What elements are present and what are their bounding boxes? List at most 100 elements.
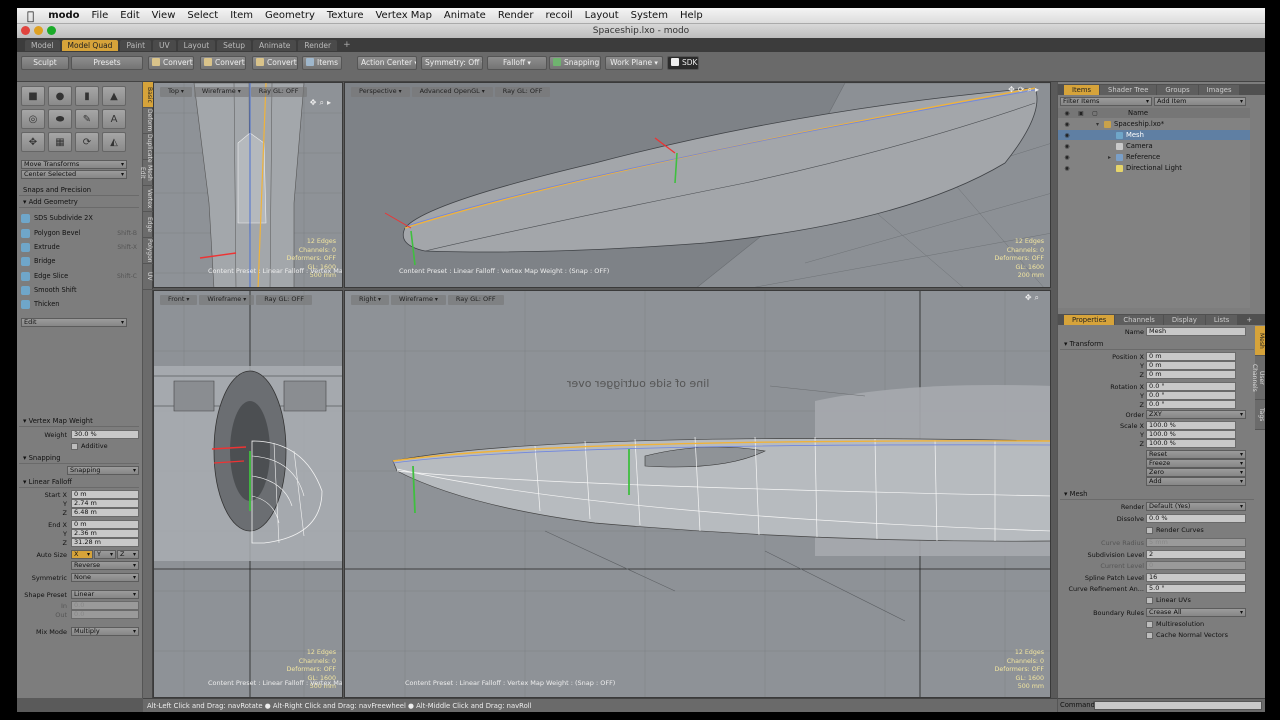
additive-checkbox[interactable] (71, 443, 78, 450)
command-input[interactable] (1094, 701, 1262, 710)
menu-edit[interactable]: Edit (114, 10, 145, 21)
multiresolution-checkbox[interactable] (1146, 621, 1153, 628)
dissolve-field[interactable]: 0.0 % (1146, 514, 1246, 523)
tab-lists[interactable]: Lists (1205, 315, 1238, 325)
rotate-icon[interactable]: ⟳ (75, 132, 99, 152)
snapping-toggle-button[interactable]: Snapping (67, 466, 139, 475)
cone-icon[interactable]: ▲ (102, 86, 126, 106)
tab-deform[interactable]: Deform (143, 108, 153, 134)
move-transforms-dropdown[interactable]: Move Transforms (21, 160, 127, 169)
tab-tags[interactable]: Tags (1255, 400, 1265, 430)
vertex-map-weight-section[interactable]: ▾ Vertex Map Weight (19, 417, 139, 427)
menu-recoil[interactable]: recoil (539, 10, 578, 21)
viewport-right[interactable]: line of side outrigger over Right Wirefr… (344, 290, 1051, 698)
close-window-button[interactable] (21, 26, 30, 35)
center-selected-dropdown[interactable]: Center Selected (21, 170, 127, 179)
tab-polygon[interactable]: Polygon (143, 238, 153, 264)
edge-slice-tool[interactable]: Edge Slice Shift-C (21, 270, 137, 282)
bridge-tool[interactable]: Bridge (21, 255, 137, 267)
sds-subdivide-tool[interactable]: SDS Subdivide 2X (21, 212, 137, 224)
tab-shader-tree[interactable]: Shader Tree (1100, 85, 1157, 95)
tab-layout[interactable]: Layout (177, 39, 216, 51)
tab-model[interactable]: Model (25, 39, 60, 51)
snaps-precision-section[interactable]: Snaps and Precision (19, 186, 139, 196)
convert-button-1[interactable]: Convert (148, 56, 194, 70)
cube-icon[interactable]: ■ (21, 86, 45, 106)
curve-refinement-field[interactable]: 5.0 ° (1146, 584, 1246, 593)
menu-app[interactable]: modo (42, 10, 85, 21)
convert-button-3[interactable]: Convert (252, 56, 298, 70)
reverse-button[interactable]: Reverse (71, 561, 139, 570)
convert-button-2[interactable]: Convert (200, 56, 246, 70)
boundary-rules-dropdown[interactable]: Crease All (1146, 608, 1246, 617)
tab-animate[interactable]: Animate (252, 39, 297, 51)
sdk-button[interactable]: SDK (667, 56, 699, 70)
add-tab-button[interactable]: + (339, 40, 355, 50)
subdivision-level-field[interactable]: 2 (1146, 550, 1246, 559)
menu-animate[interactable]: Animate (438, 10, 492, 21)
tree-item[interactable]: ◉ ▾ Spaceship.lxo* (1058, 119, 1250, 129)
sphere-icon[interactable]: ● (48, 86, 72, 106)
tree-item[interactable]: ◉ Directional Light (1058, 163, 1250, 173)
perspective-view-dropdown[interactable]: Perspective (351, 87, 410, 97)
scale-x-field[interactable]: 100.0 % (1146, 421, 1236, 430)
mesh-section[interactable]: ▾ Mesh (1060, 490, 1254, 500)
menu-select[interactable]: Select (181, 10, 224, 21)
auto-size-y-button[interactable]: Y (94, 550, 116, 559)
items-button[interactable]: Items (302, 56, 342, 70)
cache-normal-vectors-checkbox[interactable] (1146, 632, 1153, 639)
presets-button[interactable]: Presets (71, 56, 143, 70)
right-view-dropdown[interactable]: Right (351, 295, 390, 305)
tab-properties[interactable]: Properties (1064, 315, 1115, 325)
front-view-dropdown[interactable]: Front (160, 295, 198, 305)
front-shade-dropdown[interactable]: Wireframe (199, 295, 255, 305)
menu-render[interactable]: Render (492, 10, 540, 21)
name-field[interactable]: Mesh (1146, 327, 1246, 336)
tab-display[interactable]: Display (1163, 315, 1205, 325)
start-x-field[interactable]: 0 m (71, 490, 139, 499)
menu-view[interactable]: View (146, 10, 182, 21)
tab-setup[interactable]: Setup (217, 39, 251, 51)
mix-mode-dropdown[interactable]: Multiply (71, 627, 139, 636)
linear-uvs-checkbox[interactable] (1146, 597, 1153, 604)
out-field[interactable]: 0.0 (71, 610, 139, 619)
position-x-field[interactable]: 0 m (1146, 352, 1236, 361)
spline-patch-level-field[interactable]: 16 (1146, 573, 1246, 582)
end-x-field[interactable]: 0 m (71, 520, 139, 529)
scale-icon[interactable]: ◭ (102, 132, 126, 152)
smooth-shift-tool[interactable]: Smooth Shift (21, 284, 137, 296)
end-z-field[interactable]: 31.28 m (71, 538, 139, 547)
right-shade-dropdown[interactable]: Wireframe (391, 295, 446, 305)
end-y-field[interactable]: 2.36 m (71, 529, 139, 538)
menu-file[interactable]: File (86, 10, 115, 21)
tab-mesh-props[interactable]: Mesh (1255, 326, 1265, 356)
visibility-eye-icon[interactable]: ◉ (1062, 143, 1072, 150)
tab-paint[interactable]: Paint (120, 39, 152, 51)
tab-groups[interactable]: Groups (1157, 85, 1198, 95)
start-z-field[interactable]: 6.48 m (71, 508, 139, 517)
top-viewport-nav[interactable]: ✥⌕▸ (310, 98, 334, 108)
sculpt-button[interactable]: Sculpt (21, 56, 69, 70)
work-plane-dropdown[interactable]: Work Plane (605, 56, 663, 70)
visibility-eye-icon[interactable]: ◉ (1062, 121, 1072, 128)
position-z-field[interactable]: 0 m (1146, 370, 1236, 379)
viewport-top[interactable]: Top Wireframe Ray GL: OFF ✥⌕▸ 12 Edges C… (153, 82, 343, 288)
zero-dropdown[interactable]: Zero (1146, 468, 1246, 477)
top-shade-dropdown[interactable]: Wireframe (193, 87, 249, 97)
transform-section[interactable]: ▾ Transform (1060, 340, 1254, 350)
symmetric-dropdown[interactable]: None (71, 573, 139, 582)
front-raygl-toggle[interactable]: Ray GL: OFF (256, 295, 312, 305)
right-raygl-toggle[interactable]: Ray GL: OFF (447, 295, 504, 305)
tab-uv-tools[interactable]: UV (143, 264, 153, 290)
move-icon[interactable]: ✥ (21, 132, 45, 152)
scale-y-field[interactable]: 100.0 % (1146, 430, 1236, 439)
apple-icon[interactable]:  (17, 9, 42, 23)
auto-size-z-button[interactable]: Z (117, 550, 139, 559)
add-dropdown[interactable]: Add (1146, 477, 1246, 486)
add-geometry-section[interactable]: ▾ Add Geometry (19, 198, 139, 208)
expand-chevron-icon[interactable]: ▸ (1108, 154, 1116, 161)
reset-dropdown[interactable]: Reset (1146, 450, 1246, 459)
scale-z-field[interactable]: 100.0 % (1146, 439, 1236, 448)
auto-size-x-button[interactable]: X (71, 550, 93, 559)
menu-system[interactable]: System (625, 10, 674, 21)
